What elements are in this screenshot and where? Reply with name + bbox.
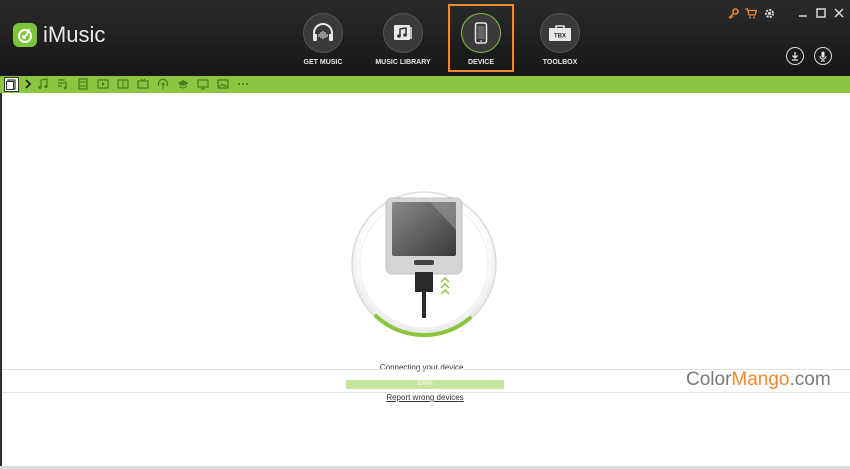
- playlist-icon[interactable]: [57, 78, 69, 90]
- key-icon[interactable]: [726, 7, 740, 19]
- usb-plug: [415, 272, 433, 292]
- download-button[interactable]: [786, 47, 804, 65]
- device-icon[interactable]: [4, 77, 19, 92]
- title-bar: iMusic GET MUSIC MUSIC LIBRARY DEVICE TB…: [0, 0, 850, 76]
- cart-icon[interactable]: [744, 7, 758, 19]
- watermark: ColorMango.com: [686, 369, 831, 391]
- music-library-icon: [394, 25, 412, 40]
- microphone-icon: [819, 51, 827, 61]
- record-button[interactable]: [814, 47, 832, 65]
- progress-bar: 100%: [346, 380, 504, 389]
- watermark-part3: .com: [789, 369, 831, 390]
- gear-icon[interactable]: [762, 7, 776, 19]
- film-icon[interactable]: [77, 78, 89, 90]
- imusic-logo-icon: [13, 23, 37, 47]
- nav-get-music[interactable]: GET MUSIC: [290, 4, 356, 72]
- app-name: iMusic: [43, 22, 106, 47]
- device-toolbar: [0, 76, 850, 93]
- phone-home-button: [414, 260, 434, 265]
- nav-device[interactable]: DEVICE: [448, 4, 514, 72]
- nav-toolbox[interactable]: TBX TOOLBOX: [527, 4, 593, 72]
- chevron-right-icon[interactable]: [22, 78, 34, 90]
- download-icon: [792, 52, 798, 61]
- video-icon[interactable]: [97, 78, 109, 90]
- nav-music-library[interactable]: MUSIC LIBRARY: [370, 4, 436, 72]
- tv-icon[interactable]: [137, 78, 149, 90]
- podcast-icon[interactable]: [157, 78, 169, 90]
- toolbox-icon: TBX: [549, 25, 571, 41]
- maximize-icon[interactable]: [814, 7, 828, 19]
- nav-label: TOOLBOX: [542, 59, 578, 66]
- monitor-icon[interactable]: [197, 78, 209, 90]
- headphones-icon: [313, 23, 333, 41]
- device-connecting-illustration: [351, 191, 497, 338]
- watermark-part2: Mango: [731, 369, 790, 390]
- watermark-part1: Color: [686, 369, 732, 390]
- progress-label: 100%: [417, 381, 433, 387]
- left-border: [0, 93, 2, 469]
- photo-icon[interactable]: [217, 78, 229, 90]
- report-wrong-devices-link[interactable]: Report wrong devices: [0, 393, 850, 402]
- app-logo: iMusic: [13, 22, 105, 48]
- toolbox-badge: TBX: [554, 34, 566, 40]
- phone-icon: [474, 22, 488, 44]
- graduation-cap-icon[interactable]: [177, 78, 189, 90]
- book-icon[interactable]: [117, 78, 129, 90]
- music-note-icon[interactable]: [37, 78, 49, 90]
- close-icon[interactable]: [832, 7, 846, 19]
- more-icon[interactable]: [237, 78, 249, 90]
- minimize-icon[interactable]: [796, 7, 810, 19]
